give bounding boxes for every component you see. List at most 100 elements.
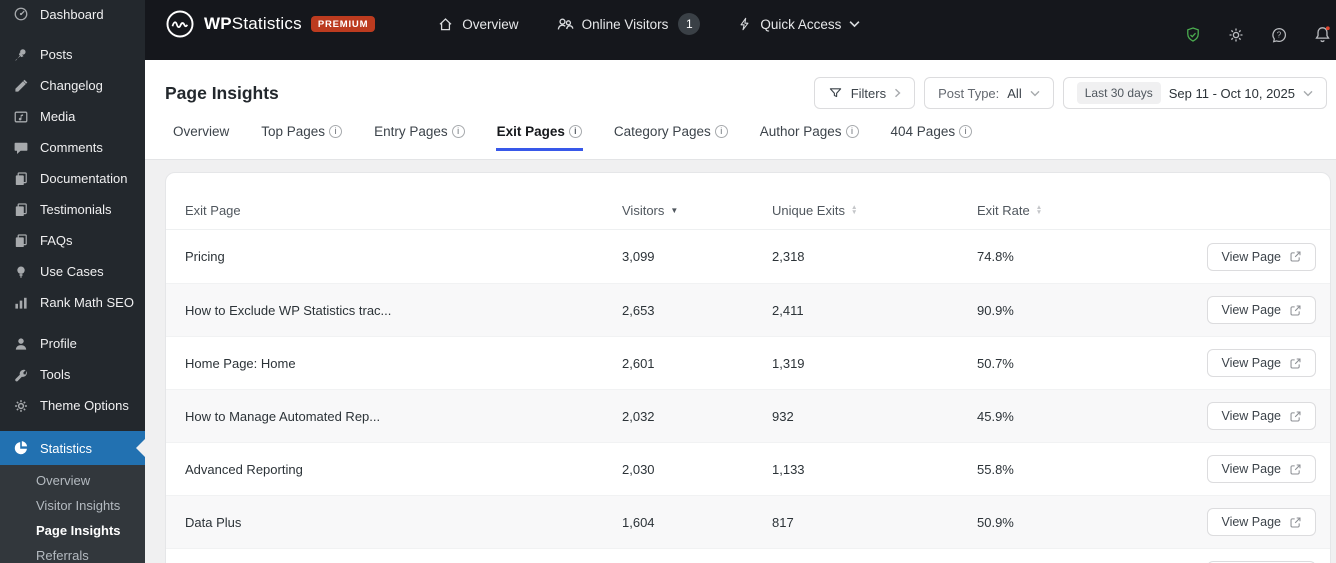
filters-button[interactable]: Filters (813, 77, 916, 109)
visitors-cell: 2,032 (622, 408, 655, 424)
column-header-exit-page[interactable]: Exit Page (185, 203, 622, 218)
submenu-item-overview[interactable]: Overview (0, 468, 145, 493)
svg-text:?: ? (1277, 30, 1282, 39)
pushpin-icon (11, 47, 31, 63)
view-page-button[interactable]: View Page (1207, 242, 1316, 271)
view-page-button[interactable]: View Page (1207, 296, 1316, 324)
sidebar-item-label: Testimonials (40, 202, 112, 217)
view-page-label: View Page (1221, 356, 1281, 370)
sidebar-item-label: Posts (40, 47, 73, 62)
view-page-button[interactable]: View Page (1207, 349, 1316, 377)
topnav-quick-access[interactable]: Quick Access (737, 16, 860, 32)
view-page-label: View Page (1221, 303, 1281, 317)
comment-bubble-icon (11, 140, 31, 156)
tab-404-pages[interactable]: 404 Pages (890, 118, 974, 151)
column-header-visitors[interactable]: Visitors (622, 203, 772, 218)
topnav-online-visitors[interactable]: Online Visitors 1 (556, 13, 701, 35)
sidebar-item-label: Documentation (40, 171, 128, 186)
bell-icon[interactable] (1313, 25, 1332, 44)
wp-statistics-logo-mark-icon (165, 9, 195, 39)
chevron-down-icon (1303, 90, 1313, 97)
exit-pages-table-card: Exit Page Visitors Unique Exits Exit Rat… (165, 172, 1331, 563)
view-page-label: View Page (1221, 515, 1281, 529)
filters-label: Filters (850, 85, 887, 101)
tab-label: Top Pages (261, 124, 326, 139)
exit-rate-cell: 50.7% (977, 355, 1014, 371)
sidebar-item-testimonials[interactable]: Testimonials (0, 194, 145, 225)
visitors-cell: 1,604 (622, 514, 655, 530)
sidebar-item-label: Dashboard (40, 6, 104, 22)
page-title: Page Insights (165, 82, 279, 103)
sidebar-item-theme-options[interactable]: Theme Options (0, 390, 145, 421)
sidebar-item-rank-math-seo[interactable]: Rank Math SEO (0, 287, 145, 318)
view-page-button[interactable]: View Page (1207, 508, 1316, 536)
admin-sidebar: Dashboard Posts Changelog Media Comments… (0, 0, 145, 563)
sidebar-item-media[interactable]: Media (0, 101, 145, 132)
sidebar-item-tools[interactable]: Tools (0, 359, 145, 390)
unique-exits-cell: 2,318 (772, 249, 805, 264)
tab-top-pages[interactable]: Top Pages (260, 118, 343, 151)
exit-rate-cell: 90.9% (977, 302, 1014, 318)
sidebar-item-label: FAQs (40, 233, 73, 248)
submenu-item-label: Page Insights (36, 523, 121, 538)
post-type-dropdown[interactable]: Post Type: All (924, 77, 1054, 109)
tab-author-pages[interactable]: Author Pages (759, 118, 860, 151)
submenu-item-page-insights[interactable]: Page Insights (0, 518, 145, 543)
gear-icon[interactable] (1227, 26, 1245, 44)
chevron-down-icon (849, 20, 860, 28)
sidebar-item-comments[interactable]: Comments (0, 132, 145, 163)
sidebar-item-faqs[interactable]: FAQs (0, 225, 145, 256)
topbar-action-icons: ? (1184, 25, 1332, 44)
column-header-unique-exits[interactable]: Unique Exits (772, 203, 977, 218)
home-icon (437, 16, 454, 33)
wp-statistics-logo[interactable]: WPStatistics PREMIUM (165, 9, 376, 39)
tab-category-pages[interactable]: Category Pages (613, 118, 729, 151)
shield-check-icon[interactable] (1184, 26, 1202, 44)
help-icon[interactable]: ? (1270, 26, 1288, 44)
table-row: Data Plus 1,604 817 50.9% View Page (166, 495, 1330, 548)
sidebar-item-use-cases[interactable]: Use Cases (0, 256, 145, 287)
tab-entry-pages[interactable]: Entry Pages (373, 118, 466, 151)
submenu-item-referrals[interactable]: Referrals (0, 543, 145, 563)
tab-exit-pages[interactable]: Exit Pages (495, 118, 583, 151)
visitors-cell: 2,601 (622, 355, 655, 371)
date-range-picker[interactable]: Last 30 days Sep 11 - Oct 10, 2025 (1062, 77, 1327, 109)
sidebar-item-statistics[interactable]: Statistics (0, 431, 145, 465)
sidebar-item-profile[interactable]: Profile (0, 328, 145, 359)
submenu-item-label: Overview (36, 473, 91, 488)
unique-exits-cell: 1,319 (772, 355, 805, 371)
exit-rate-cell: 74.8% (977, 249, 1014, 264)
view-page-button[interactable]: View Page (1207, 402, 1316, 430)
content-area: Exit Page Visitors Unique Exits Exit Rat… (145, 161, 1336, 563)
submenu-item-visitor-insights[interactable]: Visitor Insights (0, 493, 145, 518)
view-page-label: View Page (1221, 462, 1281, 476)
sidebar-item-changelog[interactable]: Changelog (0, 70, 145, 101)
sort-icon (1036, 205, 1042, 216)
view-page-button[interactable]: View Page (1207, 455, 1316, 483)
exit-page-cell: Home Page: Home (185, 355, 296, 371)
sidebar-item-documentation[interactable]: Documentation (0, 163, 145, 194)
sidebar-item-dashboard[interactable]: Dashboard (0, 0, 145, 28)
table-row-partial: View Page (166, 548, 1330, 563)
tab-overview[interactable]: Overview (172, 118, 230, 151)
exit-rate-cell: 50.9% (977, 514, 1014, 530)
wrench-icon (11, 367, 31, 383)
wp-statistics-topbar: WPStatistics PREMIUM Overview Online Vis… (145, 0, 1336, 60)
sidebar-item-label: Rank Math SEO (40, 295, 134, 310)
exit-page-cell: Advanced Reporting (185, 461, 303, 477)
topnav-overview[interactable]: Overview (437, 16, 519, 33)
submenu-item-label: Visitor Insights (36, 498, 121, 513)
bar-chart-icon (11, 295, 31, 311)
pages-icon (11, 233, 31, 249)
user-icon (11, 336, 31, 352)
date-preset-chip: Last 30 days (1076, 82, 1161, 104)
topnav-label: Online Visitors (581, 16, 669, 32)
unique-exits-cell: 932 (772, 408, 794, 424)
sidebar-item-label: Use Cases (40, 264, 104, 279)
topnav-label: Overview (462, 16, 519, 32)
media-icon (11, 109, 31, 125)
sidebar-item-posts[interactable]: Posts (0, 39, 145, 70)
tab-label: Exit Pages (496, 124, 565, 139)
sort-desc-icon (670, 206, 678, 215)
column-header-exit-rate[interactable]: Exit Rate (977, 203, 1207, 218)
